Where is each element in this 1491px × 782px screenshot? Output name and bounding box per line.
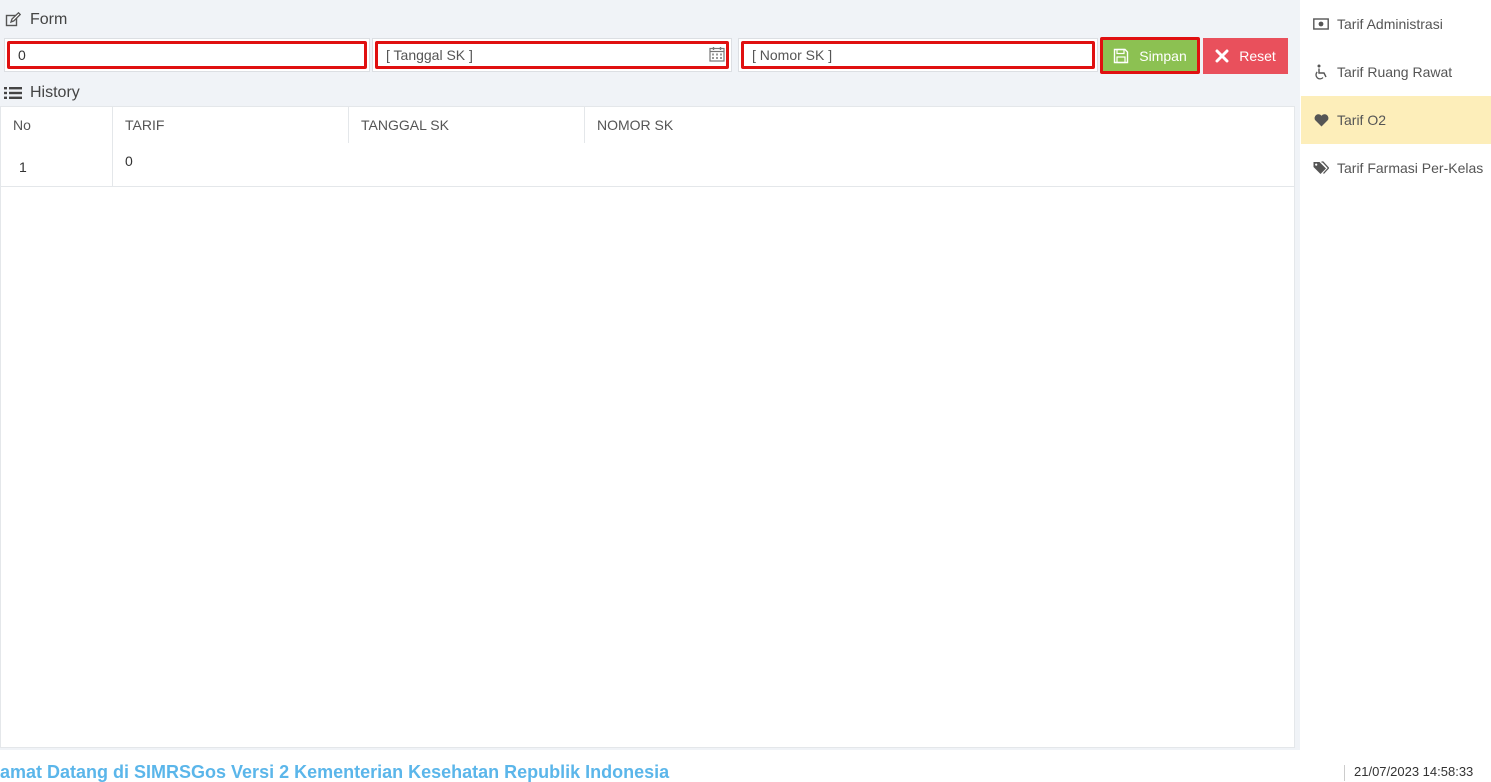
tarif-input[interactable]: 0 xyxy=(7,41,367,69)
history-title: History xyxy=(30,84,80,101)
sidebar-item-label: Tarif Administrasi xyxy=(1337,16,1443,32)
datetime-display: 21/07/2023 14:58:33 xyxy=(1354,764,1474,779)
column-header-no[interactable]: No xyxy=(1,107,113,143)
sidebar-item-tarif-administrasi[interactable]: Tarif Administrasi xyxy=(1301,0,1491,48)
footer-separator xyxy=(1344,765,1345,781)
column-header-tarif[interactable]: TARIF xyxy=(113,107,349,143)
cell-nomor-sk xyxy=(585,143,603,187)
money-icon xyxy=(1313,16,1329,32)
tanggal-sk-input[interactable]: [ Tanggal SK ] xyxy=(375,41,729,69)
history-table: No TARIF TANGGAL SK NOMOR SK 1 0 xyxy=(0,106,1295,748)
cell-tarif: 0 xyxy=(125,153,133,169)
calendar-icon[interactable] xyxy=(709,46,725,62)
list-icon xyxy=(4,84,22,102)
sidebar-item-label: Tarif O2 xyxy=(1337,112,1387,128)
edit-icon xyxy=(4,11,22,29)
reset-button[interactable]: Reset xyxy=(1203,38,1288,74)
sidebar: Tarif Administrasi Tarif Ruang Rawat Tar… xyxy=(1301,0,1491,750)
tags-icon xyxy=(1313,160,1329,176)
footer: amat Datang di SIMRSGos Versi 2 Kementer… xyxy=(0,750,1491,782)
nomor-sk-input[interactable]: [ Nomor SK ] xyxy=(741,41,1095,69)
table-header: No TARIF TANGGAL SK NOMOR SK xyxy=(1,107,1294,143)
form-title: Form xyxy=(30,11,68,28)
sidebar-item-label: Tarif Ruang Rawat xyxy=(1337,64,1453,80)
cell-tanggal-sk xyxy=(349,143,585,187)
simpan-label: Simpan xyxy=(1139,47,1187,64)
column-header-tanggal-sk[interactable]: TANGGAL SK xyxy=(349,107,585,143)
column-header-nomor-sk[interactable]: NOMOR SK xyxy=(585,107,1294,143)
tarif-field[interactable]: 0 xyxy=(4,38,370,72)
main-panel: Form 0 [ Tanggal SK ] [ Nomor SK ] Simpa… xyxy=(0,0,1300,750)
sidebar-item-tarif-farmasi-per-kelas[interactable]: Tarif Farmasi Per-Kelas xyxy=(1301,144,1491,192)
heart-icon xyxy=(1313,112,1329,128)
history-section-title: History xyxy=(4,81,80,105)
cell-no: 1 xyxy=(1,143,113,187)
tanggal-sk-field[interactable]: [ Tanggal SK ] xyxy=(372,38,732,72)
sidebar-item-tarif-ruang-rawat[interactable]: Tarif Ruang Rawat xyxy=(1301,48,1491,96)
form-section-title: Form xyxy=(4,8,67,32)
simpan-button[interactable]: Simpan xyxy=(1100,37,1200,74)
sidebar-item-tarif-o2[interactable]: Tarif O2 xyxy=(1301,96,1491,144)
reset-label: Reset xyxy=(1239,48,1276,64)
floppy-icon xyxy=(1113,48,1129,64)
welcome-marquee: amat Datang di SIMRSGos Versi 2 Kementer… xyxy=(0,762,670,782)
nomor-sk-field[interactable]: [ Nomor SK ] xyxy=(738,38,1098,72)
close-icon xyxy=(1215,49,1229,63)
sidebar-item-label: Tarif Farmasi Per-Kelas xyxy=(1337,160,1484,176)
table-row[interactable]: 1 0 xyxy=(1,143,1294,187)
wheelchair-icon xyxy=(1313,64,1329,80)
